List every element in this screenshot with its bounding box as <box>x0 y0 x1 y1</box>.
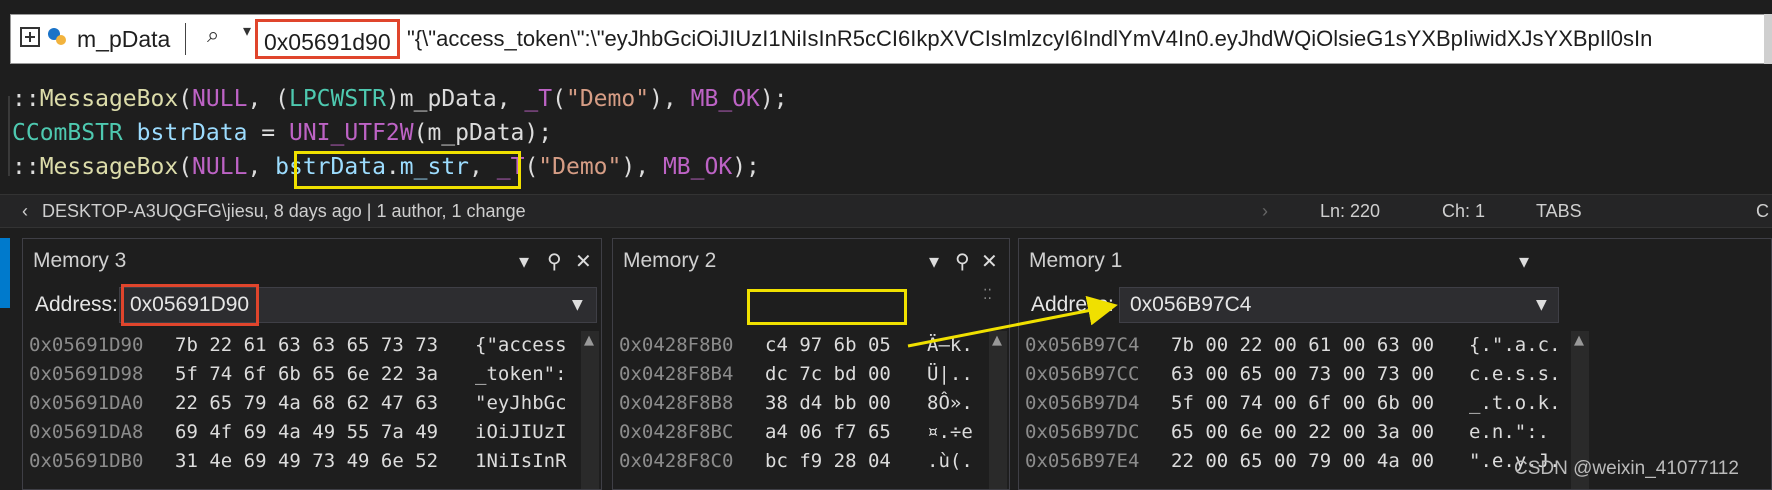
pointer-arrow <box>907 295 1118 348</box>
watermark: CSDN @weixin_41077112 <box>1514 458 1739 479</box>
